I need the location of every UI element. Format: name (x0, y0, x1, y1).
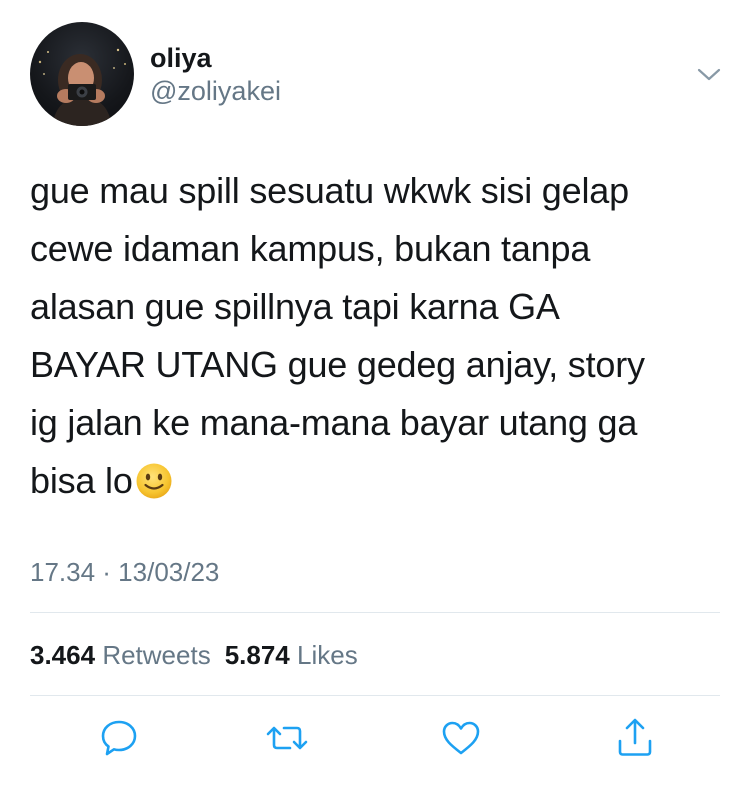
retweets-label: Retweets (102, 640, 211, 670)
user-handle[interactable]: @zoliyakei (150, 74, 281, 108)
tweet-actions (0, 715, 750, 765)
tweet-text: gue mau spill sesuatu wkwk sisi gelap ce… (30, 162, 720, 517)
tweet-text-line: BAYAR UTANG gue gedeg anjay, story (30, 344, 645, 385)
tweet-text-line: ig jalan ke mana-mana bayar utang ga (30, 402, 638, 443)
likes-count: 5.874 (224, 640, 290, 670)
reply-button[interactable] (96, 715, 142, 761)
likes-label: Likes (297, 640, 358, 670)
tweet-text-line: gue mau spill sesuatu wkwk sisi gelap (30, 170, 629, 211)
heart-icon (442, 721, 480, 755)
retweets-stat[interactable]: 3.464 Retweets (30, 640, 211, 670)
retweet-icon (266, 726, 308, 750)
reply-icon (101, 720, 137, 756)
likes-stat[interactable]: 5.874 Likes (225, 640, 358, 670)
divider (30, 612, 720, 613)
tweet-text-line-last: bisa lo (30, 452, 720, 517)
tweet-timestamp[interactable]: 17.34 · 13/03/23 (30, 555, 219, 589)
tweet-stats: 3.464 Retweets 5.874 Likes (30, 638, 358, 672)
display-name[interactable]: oliya (150, 42, 281, 74)
user-names: oliya @zoliyakei (150, 42, 281, 108)
like-button[interactable] (438, 715, 484, 761)
slightly-smiling-face-icon (135, 459, 173, 517)
tweet-header: oliya @zoliyakei (30, 22, 730, 132)
avatar-photo-icon (38, 48, 126, 126)
tweet-text-line: bisa lo (30, 460, 133, 501)
tweet-text-line: alasan gue spillnya tapi karna GA (30, 286, 560, 327)
avatar[interactable] (30, 22, 134, 126)
retweet-button[interactable] (264, 715, 310, 761)
divider (30, 695, 720, 696)
share-button[interactable] (612, 715, 658, 761)
share-icon (618, 718, 652, 756)
tweet-text-line: cewe idaman kampus, bukan tanpa (30, 228, 591, 269)
retweets-count: 3.464 (30, 640, 96, 670)
tweet-card: oliya @zoliyakei gue mau spill sesuatu w… (0, 0, 750, 785)
chevron-down-icon[interactable] (694, 60, 724, 90)
